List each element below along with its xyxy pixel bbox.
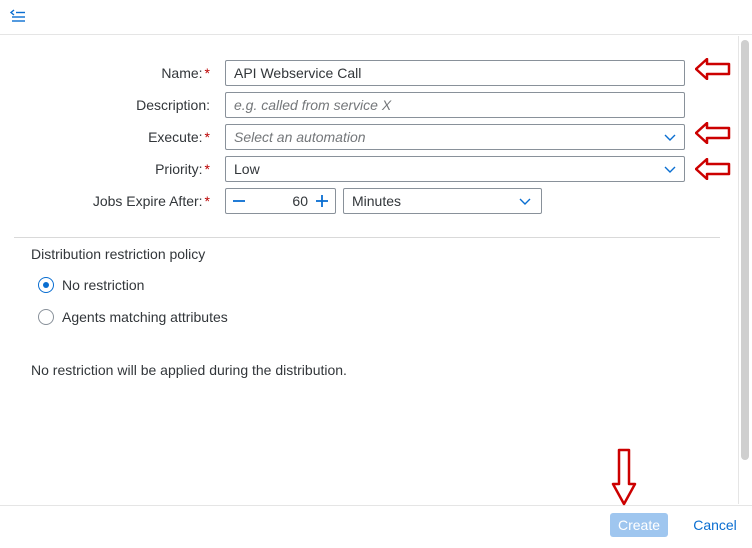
radio-agents-matching[interactable]: Agents matching attributes — [38, 307, 278, 327]
distribution-title: Distribution restriction policy — [31, 246, 206, 262]
annotation-arrow-down-icon — [611, 448, 637, 506]
jobs-expire-unit-select[interactable]: Minutes — [343, 188, 542, 214]
distribution-note: No restriction will be applied during th… — [31, 362, 347, 378]
name-label: Name: * — [161, 65, 210, 81]
radio-no-restriction[interactable]: No restriction — [38, 275, 238, 295]
create-button[interactable]: Create — [610, 513, 668, 537]
priority-select[interactable]: Low — [225, 156, 685, 182]
annotation-arrow-left-icon — [695, 158, 731, 180]
dialog-header — [0, 0, 752, 35]
name-row: Name: * API Webservice Call — [0, 60, 752, 86]
execute-label: Execute: * — [148, 129, 210, 145]
radio-unselected-icon[interactable] — [38, 309, 54, 325]
description-label: Description: — [136, 97, 210, 113]
plus-icon[interactable] — [315, 194, 329, 208]
section-divider — [14, 237, 720, 238]
description-input[interactable]: e.g. called from service X — [225, 92, 685, 118]
cancel-button[interactable]: Cancel — [690, 513, 740, 537]
name-input[interactable]: API Webservice Call — [225, 60, 685, 86]
chevron-down-icon — [664, 134, 676, 141]
jobs-expire-value[interactable]: 60 — [254, 189, 308, 213]
priority-row: Priority: * Low — [0, 156, 752, 182]
radio-selected-icon[interactable] — [38, 277, 54, 293]
annotation-arrow-left-icon — [695, 122, 731, 144]
chevron-down-icon — [519, 198, 531, 205]
execute-row: Execute: * Select an automation — [0, 124, 752, 150]
minus-icon[interactable] — [232, 194, 246, 208]
radio-label: No restriction — [62, 277, 145, 293]
radio-label: Agents matching attributes — [62, 309, 228, 325]
jobs-expire-label: Jobs Expire After: * — [92, 193, 210, 209]
description-row: Description: e.g. called from service X — [0, 92, 752, 118]
execute-select[interactable]: Select an automation — [225, 124, 685, 150]
jobs-expire-stepper[interactable]: 60 — [225, 188, 336, 214]
menu-collapse-icon[interactable] — [9, 8, 27, 24]
chevron-down-icon — [664, 166, 676, 173]
priority-label: Priority: * — [155, 161, 210, 177]
jobs-expire-row: Jobs Expire After: * 60 Minutes — [0, 188, 752, 214]
annotation-arrow-left-icon — [695, 58, 731, 80]
